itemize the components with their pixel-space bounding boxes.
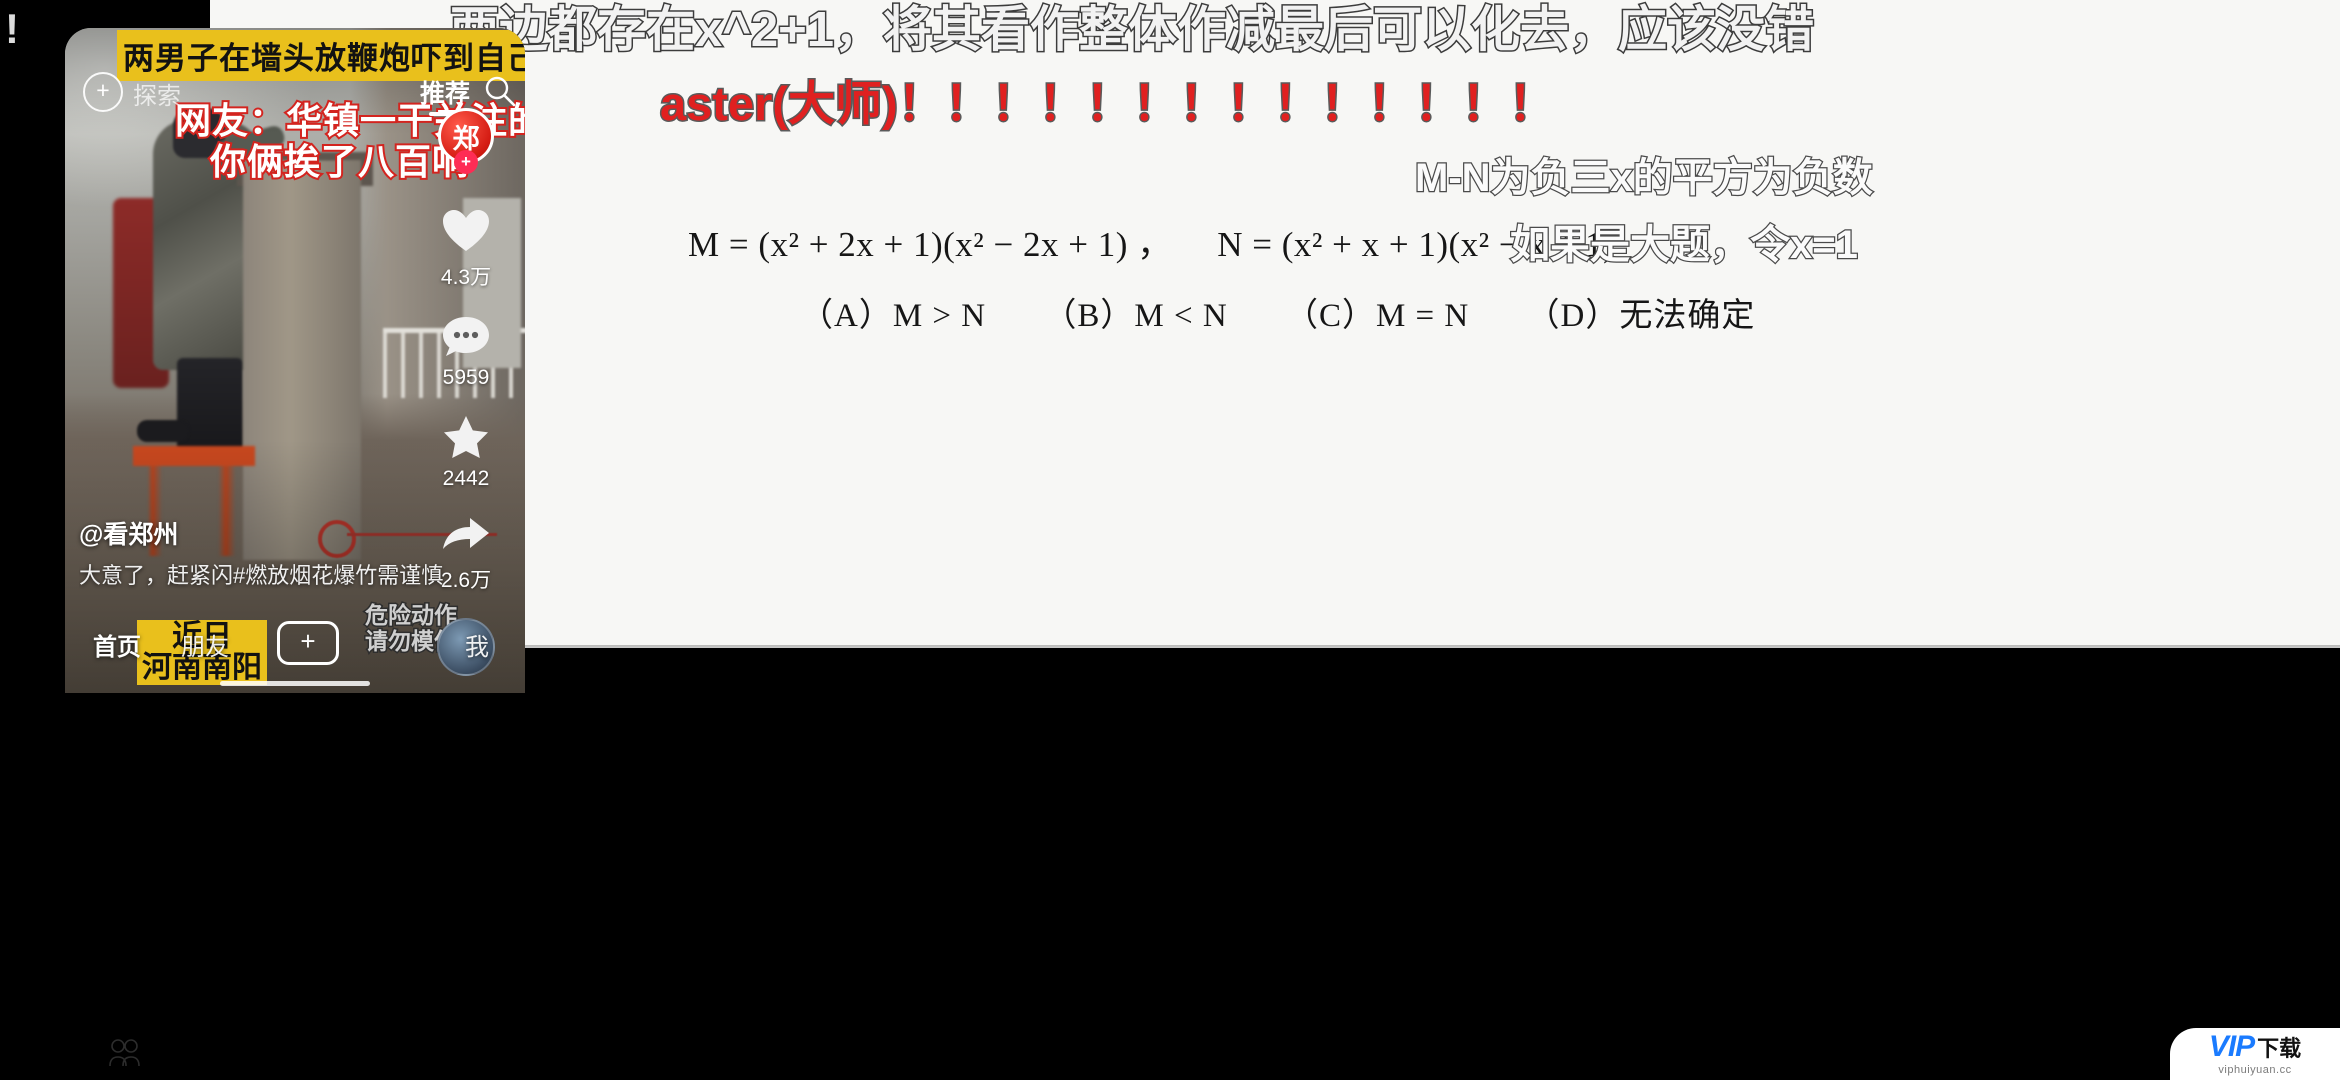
- contacts-icon[interactable]: [104, 1036, 144, 1068]
- app-top-bar: + 探索 推荐: [65, 68, 525, 116]
- nav-item-friends[interactable]: 朋友: [181, 627, 229, 662]
- create-post-button[interactable]: +: [277, 621, 339, 665]
- favorite-count: 2442: [442, 467, 490, 490]
- danmaku-comment-top: 两边都存在x^2+1，将其看作整体作减最后可以化去，应该没错: [449, 3, 1816, 57]
- tab-recommend[interactable]: 推荐: [420, 74, 470, 110]
- choice-b-label: （B）: [1043, 298, 1135, 334]
- watermark-url: viphuiyuan.cc: [2218, 1064, 2292, 1076]
- phone-video-player: 两男子在墙头放鞭炮吓到自己 网友：华镇一干关注的商城 你俩挨了八百响 近日 河南…: [65, 28, 525, 693]
- nav-item-home[interactable]: 首页: [93, 627, 141, 662]
- star-icon[interactable]: [441, 414, 491, 460]
- action-rail: 郑 + 4.3万 5959 2442 2.6万: [423, 108, 509, 676]
- choice-a-text: M > N: [892, 298, 987, 334]
- avatar[interactable]: 郑 +: [438, 108, 494, 174]
- search-icon[interactable]: [482, 73, 518, 109]
- comment-count: 5959: [442, 366, 490, 389]
- nav-item-me[interactable]: 我: [465, 627, 489, 662]
- choice-d-text: 无法确定: [1619, 298, 1756, 334]
- heart-icon[interactable]: [441, 208, 491, 254]
- add-friends-icon[interactable]: +: [83, 72, 123, 112]
- choice-a-label: （A）: [800, 298, 893, 334]
- tab-explore[interactable]: 探索: [133, 76, 181, 111]
- watermark-suffix: 下载: [2257, 1036, 2302, 1061]
- alert-exclamation-icon: !: [5, 5, 19, 52]
- like-count: 4.3万: [440, 266, 492, 289]
- video-caption[interactable]: 大意了，赶紧闪#燃放烟花爆竹需谨慎: [79, 558, 499, 590]
- danmaku-comment-master: aster(大师)！！！！！！！！！！！！！！: [659, 77, 1558, 130]
- danmaku-comment-bigproblem: 如果是大题，令x=1: [1509, 223, 1859, 267]
- author-avatar-wrap[interactable]: 郑 +: [423, 108, 509, 174]
- follow-button[interactable]: +: [454, 150, 478, 174]
- choice-c-text: M = N: [1375, 298, 1470, 334]
- bottom-nav-bar: 首页 朋友 + 我: [65, 619, 525, 671]
- favorite-button[interactable]: 2442: [423, 414, 509, 491]
- choice-d-label: （D）: [1526, 298, 1620, 334]
- comment-icon[interactable]: [441, 315, 491, 359]
- choice-c-label: （C）: [1284, 298, 1376, 334]
- home-indicator: [220, 681, 370, 686]
- choice-b-text: M < N: [1134, 298, 1228, 334]
- danmaku-comment-mn: M-N为负三x的平方为负数: [1414, 156, 1874, 200]
- math-choices-row: （A）M > N （B）M < N （C）M = N （D）无法确定: [800, 288, 1755, 336]
- watermark-brand: VIP: [2208, 1030, 2255, 1063]
- math-equation-line: M = (x² + 2x + 1)(x² − 2x + 1) ， N = (x²…: [688, 216, 1615, 267]
- author-name[interactable]: @看郑州: [79, 515, 178, 551]
- comment-button[interactable]: 5959: [423, 315, 509, 390]
- equation-m: M = (x² + 2x + 1)(x² − 2x + 1) ，: [688, 225, 1173, 264]
- like-button[interactable]: 4.3万: [423, 208, 509, 291]
- phone-bottom-pad: [65, 693, 525, 715]
- worksheet-shadow: [210, 645, 2340, 655]
- screen-root: M = (x² + 2x + 1)(x² − 2x + 1) ， N = (x²…: [0, 0, 2340, 1080]
- share-icon[interactable]: [440, 515, 492, 557]
- watermark: VIP 下载 viphuiyuan.cc: [2170, 1028, 2340, 1080]
